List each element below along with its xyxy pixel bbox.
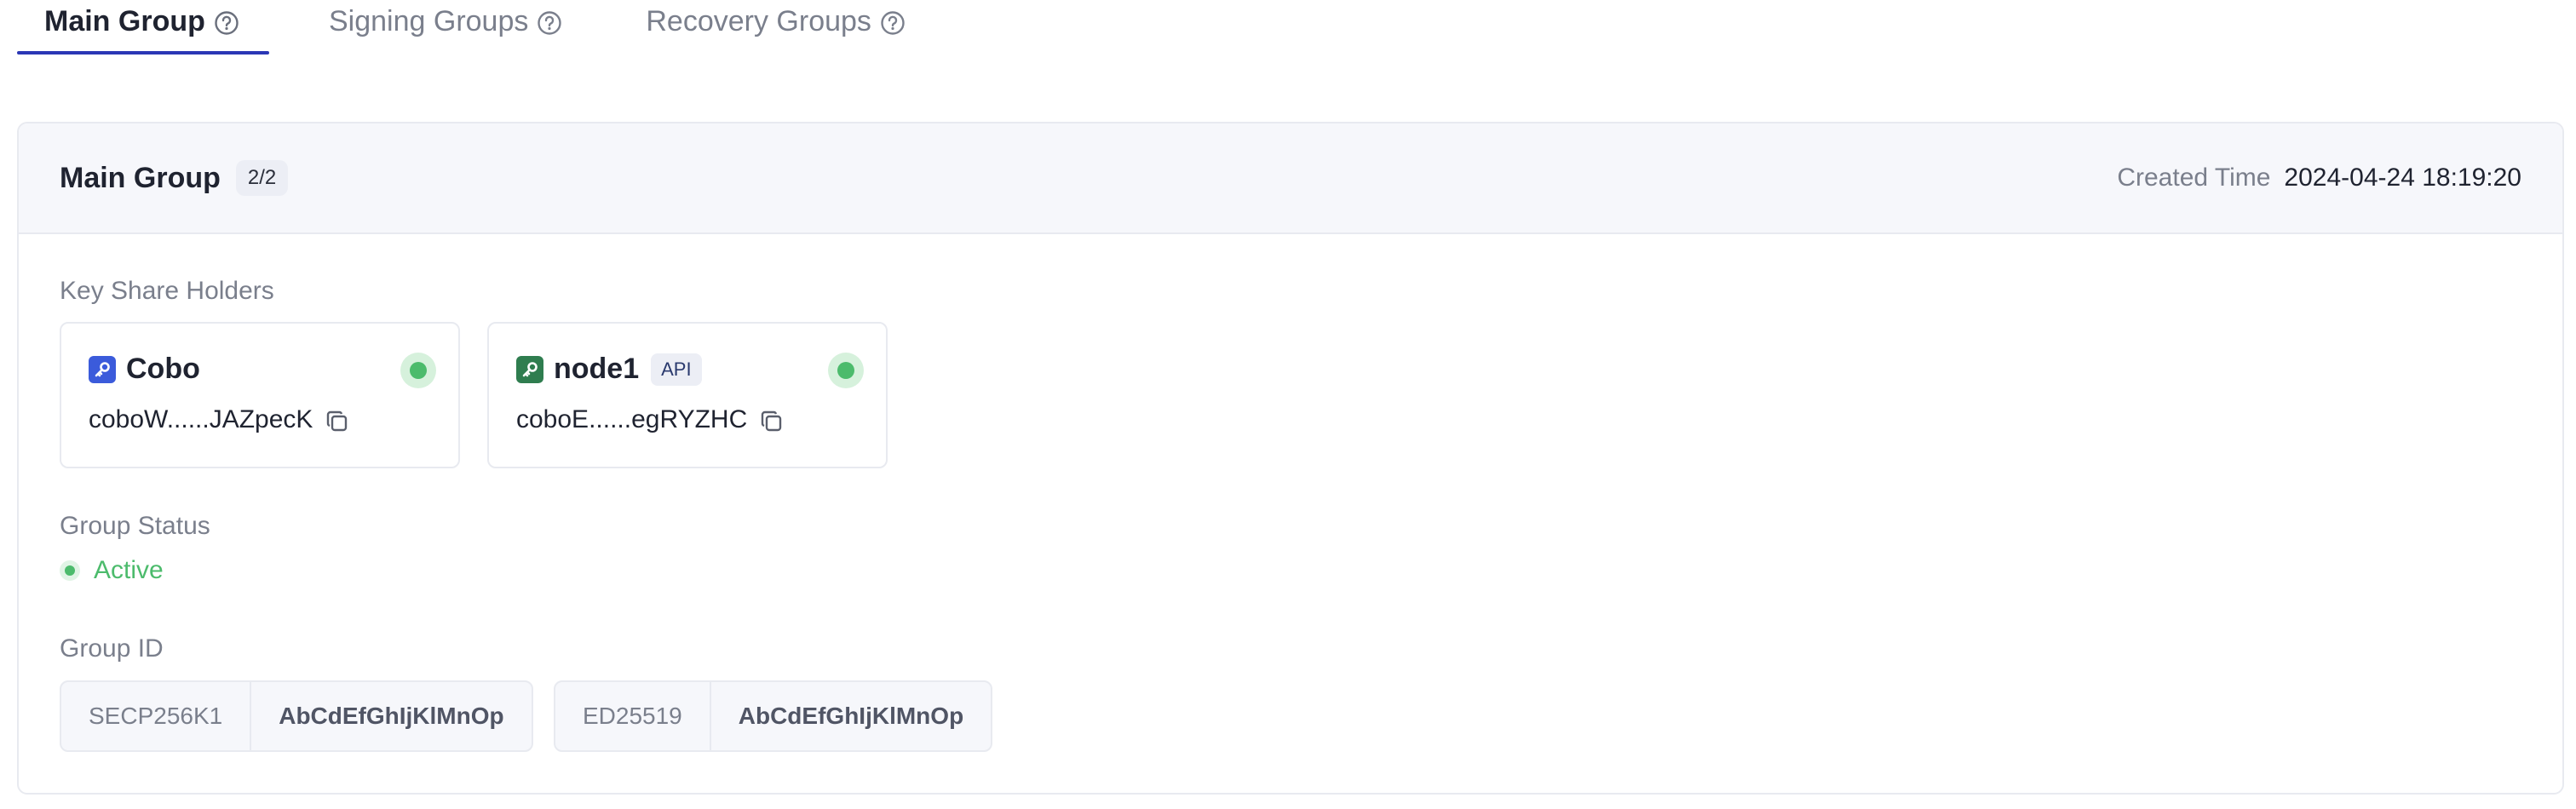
holder-name-row: Cobo [89,353,200,386]
group-id-curve: ED25519 [555,682,711,750]
holder-name-row: node1 API [516,353,702,386]
panel-header: Main Group 2/2 Created Time 2024-04-24 1… [19,123,2562,234]
key-holder-card: Cobo coboW......JAZpecK [60,322,460,468]
status-dot-icon [60,560,80,581]
created-time-value: 2024-04-24 18:19:20 [2284,164,2521,192]
group-title: Main Group [60,161,221,194]
group-id-value[interactable]: AbCdEfGhIjKlMnOp [251,682,531,750]
holder-address-row: coboE......egRYZHC [516,405,785,434]
created-time: Created Time 2024-04-24 18:19:20 [2117,164,2521,192]
key-glyph [522,361,538,376]
group-status: Active [60,556,164,585]
group-status-label: Group Status [60,512,210,540]
copy-icon[interactable] [325,409,350,434]
tab-label: Signing Groups [329,5,529,37]
holder-address: coboE......egRYZHC [516,405,748,433]
online-dot [410,362,427,379]
key-holder-card: node1 API coboE......egRYZHC [487,322,888,468]
key-glyph [95,361,110,376]
main-group-panel: Main Group 2/2 Created Time 2024-04-24 1… [17,122,2564,795]
tab-recovery-groups[interactable]: Recovery Groups [646,0,906,55]
group-id-curve: SECP256K1 [61,682,252,750]
help-icon[interactable] [537,10,562,36]
tab-main-group[interactable]: Main Group [17,0,269,55]
group-id-value[interactable]: AbCdEfGhIjKlMnOp [711,682,991,750]
active-tab-indicator [17,51,269,55]
key-share-holders-label: Key Share Holders [60,277,274,305]
key-icon [516,355,543,383]
group-tabs: Main Group Signing Groups Recovery Group… [17,0,906,55]
created-time-label: Created Time [2117,164,2271,192]
online-status-indicator [400,353,436,388]
help-icon[interactable] [214,10,239,36]
online-dot [837,362,854,379]
tab-label: Recovery Groups [646,5,871,37]
copy-icon[interactable] [759,409,785,434]
active-dot [65,565,75,576]
holder-name: Cobo [126,353,200,385]
group-id-label: Group ID [60,634,164,663]
tab-label: Main Group [44,5,205,37]
holder-address-row: coboW......JAZpecK [89,405,350,434]
group-id-chip: ED25519 AbCdEfGhIjKlMnOp [554,680,993,752]
holder-name: node1 [554,353,640,385]
group-title-area: Main Group 2/2 [60,160,289,196]
group-id-chip: SECP256K1 AbCdEfGhIjKlMnOp [60,680,533,752]
help-icon[interactable] [880,10,906,36]
key-icon [89,355,116,383]
tab-signing-groups[interactable]: Signing Groups [329,0,562,55]
online-status-indicator [828,353,864,388]
status-value: Active [94,556,164,584]
holder-address: coboW......JAZpecK [89,405,313,433]
threshold-badge: 2/2 [235,160,289,196]
api-badge: API [651,353,702,386]
